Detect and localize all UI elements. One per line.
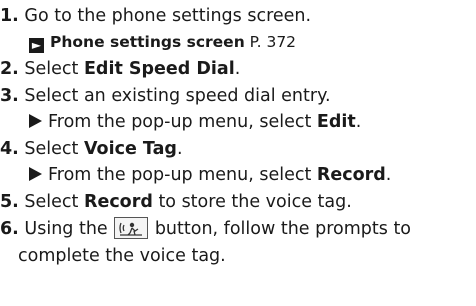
- step-number: 5.: [0, 192, 19, 212]
- step-text: to store the voice tag.: [152, 192, 352, 212]
- substep-emphasis: Record: [316, 165, 386, 185]
- substep-text: From the pop-up menu, select: [48, 165, 317, 185]
- step-4-substep: From the pop-up menu, select Record.: [29, 162, 391, 188]
- cross-reference[interactable]: ► Phone settings screen P. 372: [29, 29, 296, 55]
- step-text: .: [176, 139, 183, 159]
- step-number: 1.: [0, 6, 19, 26]
- reference-page: P. 372: [249, 33, 297, 51]
- instructions-document: 1. Go to the phone settings screen. ► Pho…: [0, 0, 476, 306]
- step-6: 6. Using the button, follow the prompts …: [0, 216, 411, 242]
- step-text: Using the: [24, 219, 114, 239]
- step-number: 2.: [0, 59, 19, 79]
- step-2: 2. Select Edit Speed Dial.: [0, 56, 240, 82]
- step-1: 1. Go to the phone settings screen.: [0, 3, 311, 29]
- step-text: Select: [24, 139, 84, 159]
- step-number: 3.: [0, 86, 19, 106]
- substep-text: From the pop-up menu, select: [48, 112, 317, 132]
- step-text: Select: [24, 192, 84, 212]
- step-number: 4.: [0, 139, 19, 159]
- step-text: Select: [24, 59, 84, 79]
- step-6-continuation: complete the voice tag.: [18, 243, 226, 269]
- step-number: 6.: [0, 219, 19, 239]
- step-emphasis: Voice Tag: [83, 139, 177, 159]
- step-text: button, follow the prompts to: [149, 219, 412, 239]
- reference-label: Phone settings screen: [50, 33, 245, 51]
- triangle-right-icon: [29, 167, 42, 181]
- step-4: 4. Select Voice Tag.: [0, 136, 183, 162]
- step-3: 3. Select an existing speed dial entry.: [0, 83, 331, 109]
- triangle-right-icon: [29, 114, 42, 128]
- step-text: Go to the phone settings screen.: [24, 6, 312, 26]
- substep-emphasis: Edit: [316, 112, 356, 132]
- step-emphasis: Edit Speed Dial: [83, 59, 235, 79]
- arrow-right-box-icon: ►: [29, 38, 44, 53]
- step-text: .: [234, 59, 241, 79]
- step-text: complete the voice tag.: [18, 246, 226, 266]
- step-emphasis: Record: [83, 192, 153, 212]
- step-3-substep: From the pop-up menu, select Edit.: [29, 109, 361, 135]
- step-5: 5. Select Record to store the voice tag.: [0, 189, 352, 215]
- step-text: Select an existing speed dial entry.: [24, 86, 331, 106]
- substep-text: .: [355, 112, 362, 132]
- talk-button-icon: [114, 217, 149, 239]
- substep-text: .: [385, 165, 392, 185]
